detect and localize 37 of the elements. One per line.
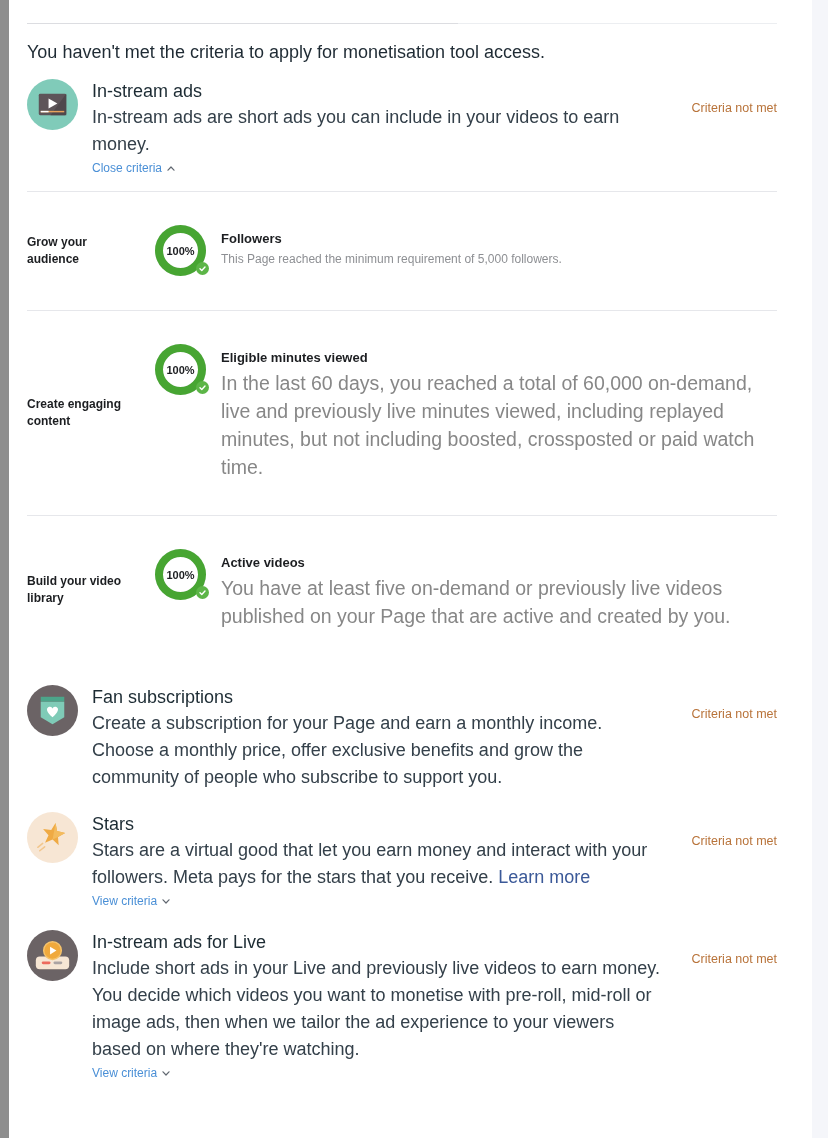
video-player-icon — [27, 79, 78, 130]
criteria-description: This Page reached the minimum requirement of 5,000 followers. — [221, 251, 563, 267]
progress-ring — [155, 225, 206, 276]
criteria-toggle[interactable]: View criteria — [92, 893, 171, 909]
progress-percent: 100% — [166, 568, 195, 581]
progress-percent: 100% — [166, 244, 195, 257]
criteria-toggle[interactable]: View criteria — [92, 1065, 171, 1081]
criteria-group-label: Build your video library — [27, 572, 122, 607]
chevron-up-icon — [167, 165, 176, 171]
criteria-group-label: Grow your audience — [27, 233, 88, 268]
learn-more-link[interactable]: Learn more — [498, 867, 591, 887]
progress-percent: 100% — [166, 363, 195, 376]
tool-title: Fan subscriptions — [92, 686, 235, 709]
tool-description: Stars are a virtual good that let you earn money and interact with your followers. Meta pays for the stars that you receive. Learn more — [92, 839, 649, 889]
status-label: Criteria not met — [691, 100, 777, 116]
criteria-description: You have at least five on-demand or previously live videos published on your Page that are active and created by you. — [221, 576, 732, 629]
tool-title: Stars — [92, 813, 135, 836]
progress-ring — [155, 549, 206, 600]
eligibility-notice: You haven't met the criteria to apply for monetisation tool access. — [27, 41, 547, 64]
status-label: Criteria not met — [691, 951, 777, 967]
chevron-down-icon — [162, 1070, 171, 1076]
criteria-group-label: Create engaging content — [27, 395, 123, 430]
chevron-down-icon — [162, 898, 171, 904]
progress-ring — [155, 344, 206, 395]
tool-title: In-stream ads for Live — [92, 931, 268, 954]
criteria-toggle[interactable]: Close criteria — [92, 160, 176, 176]
tool-description: In-stream ads are short ads you can include in your videos to earn money. — [92, 106, 621, 156]
criteria-title: Active videos — [221, 555, 306, 571]
play-badge-icon — [27, 930, 78, 981]
criteria-title: Eligible minutes viewed — [221, 350, 369, 366]
status-label: Criteria not met — [691, 706, 777, 722]
tool-description: Include short ads in your Live and previously live videos to earn money. You decide which videos you want to monetise with pre-roll, mid-roll or image ads, then when we tailor the ad experience to your viewers based on where they're watching. — [92, 957, 661, 1061]
criteria-title: Followers — [221, 231, 283, 247]
tool-title: In-stream ads — [92, 80, 204, 103]
tool-description: Create a subscription for your Page and earn a monthly income. Choose a monthly price, offer exclusive benefits and grow the community of people who subscribe to support you. — [92, 712, 604, 789]
status-label: Criteria not met — [691, 833, 777, 849]
criteria-description: In the last 60 days, you reached a total of 60,000 on-demand, live and previously live minutes viewed, including replayed minutes, but not including boosted, crossposted or paid watch time. — [221, 371, 756, 480]
